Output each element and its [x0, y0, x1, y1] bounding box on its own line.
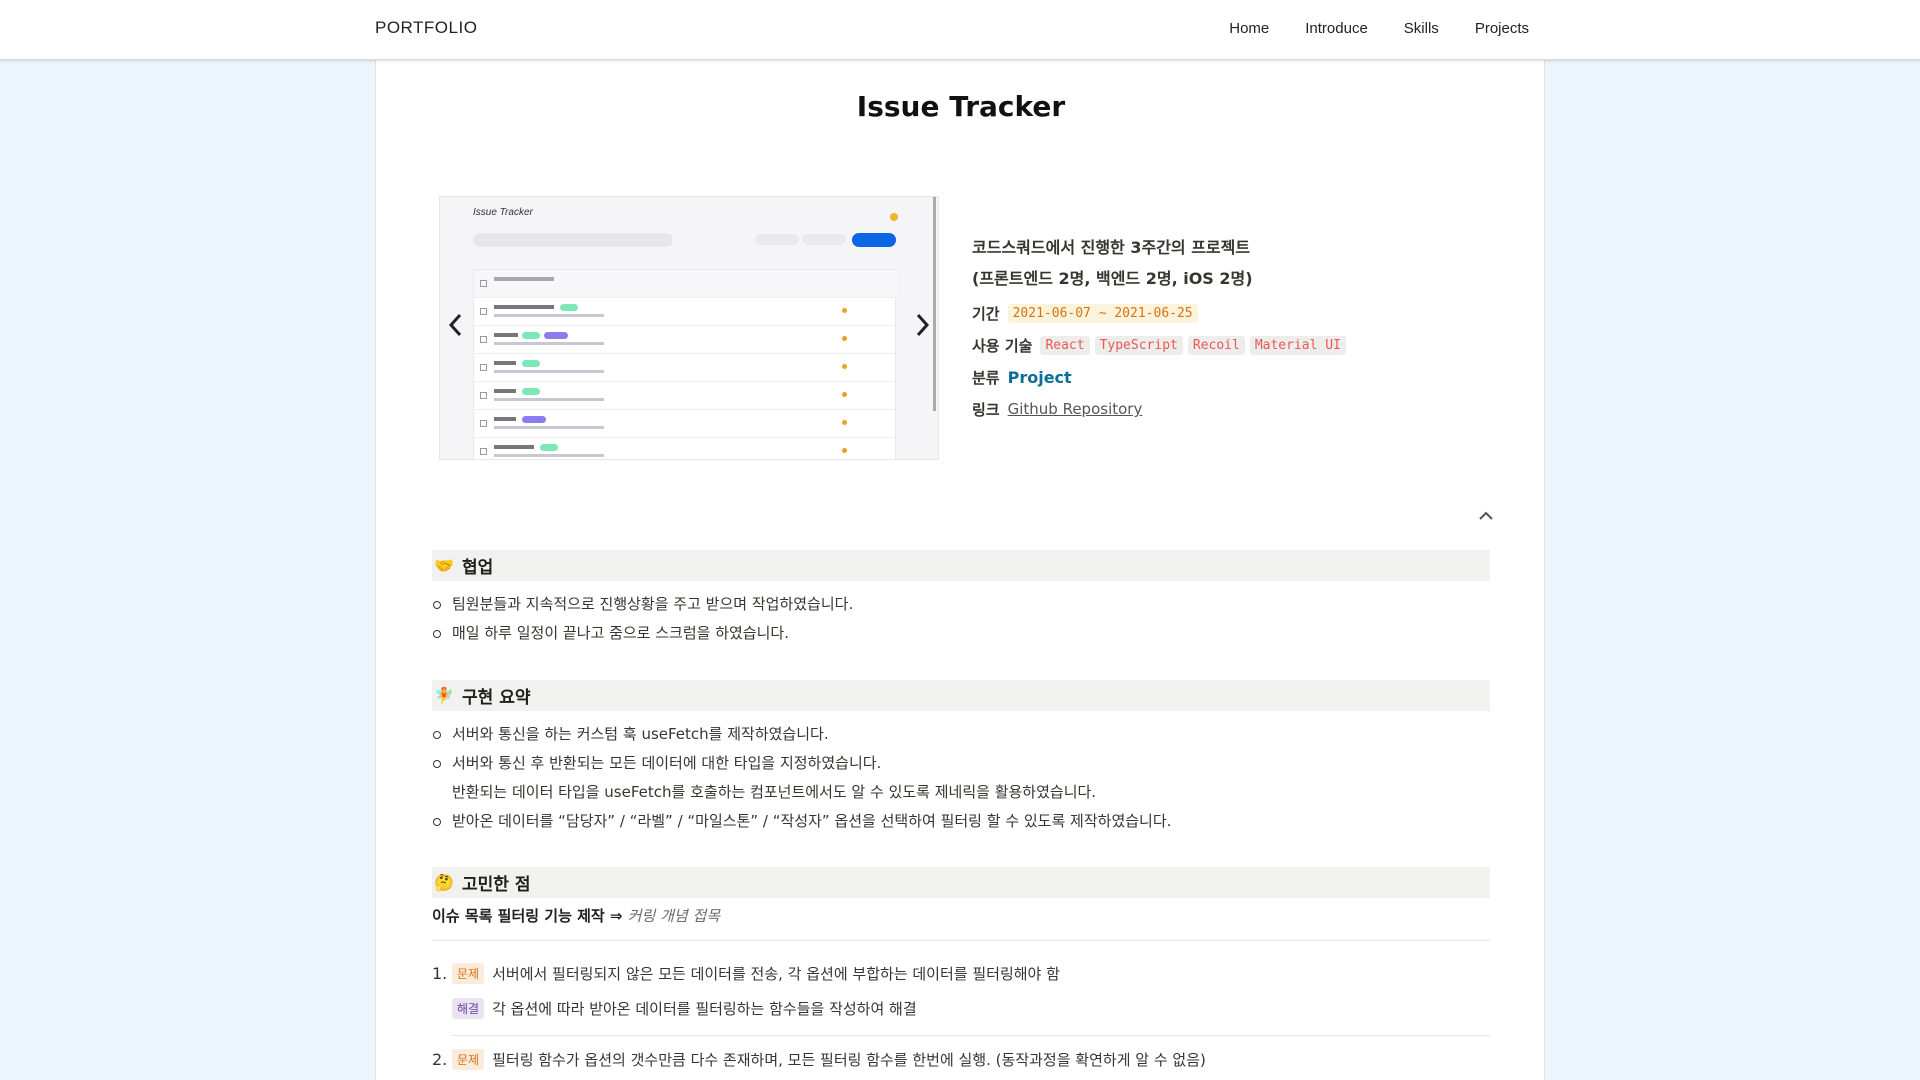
- category-value: Project: [1007, 367, 1072, 387]
- category-label: 분류: [972, 368, 1000, 387]
- screenshot-issue-table: [473, 269, 897, 459]
- list-item: 서버와 통신을 하는 커스텀 훅 useFetch를 제작하였습니다.: [432, 720, 1490, 749]
- divider: [452, 1035, 1490, 1036]
- tech-tag: TypeScript: [1094, 335, 1183, 355]
- screenshot-table-row: [474, 326, 897, 354]
- carousel-prev-button[interactable]: [442, 309, 470, 341]
- collapse-toggle-button[interactable]: [1476, 506, 1496, 526]
- brand-logo[interactable]: PORTFOLIO: [375, 18, 477, 38]
- section-title: 고민한 점: [462, 875, 531, 895]
- concern-item-2-problem: 2. 문제 필터링 함수가 옵션의 갯수만큼 다수 존재하며, 모든 필터링 함…: [432, 1049, 1206, 1070]
- problem-tag: 문제: [452, 1049, 485, 1070]
- list-item: 매일 하루 일정이 끝나고 줌으로 스크럼을 하였습니다.: [432, 619, 1490, 648]
- nav-link-home[interactable]: Home: [1229, 20, 1269, 37]
- handshake-icon: 🤝: [434, 556, 454, 575]
- chevron-right-icon: [916, 313, 930, 337]
- category-row: 분류 Project: [972, 362, 1492, 392]
- nav-link-projects[interactable]: Projects: [1475, 20, 1529, 37]
- screenshot-table-row: [474, 410, 897, 438]
- screenshot-new-issue-button: [852, 233, 896, 247]
- screenshot-table-row: [474, 354, 897, 382]
- tech-tag: Material UI: [1249, 335, 1346, 355]
- problem-tag: 문제: [452, 963, 485, 984]
- tech-row: 사용 기술 React TypeScript Recoil Material U…: [972, 330, 1492, 360]
- nav-link-skills[interactable]: Skills: [1404, 20, 1439, 37]
- screenshot-search-bar: [473, 233, 673, 247]
- concern-item-1-problem: 1. 문제 서버에서 필터링되지 않은 모든 데이터를 전송, 각 옵션에 부합…: [432, 963, 1060, 984]
- list-item-continuation: 반환되는 데이터 타입을 useFetch를 호출하는 컴포넌트에서도 알 수 …: [452, 783, 1097, 801]
- screenshot-table-row: [474, 382, 897, 410]
- list-item: 받아온 데이터를 “담당자” / “라벨” / “마일스톤” / “작성자” 옵…: [432, 807, 1490, 836]
- screenshot-table-row: [474, 438, 897, 459]
- section-title: 구현 요약: [462, 688, 531, 708]
- concern-subheading: 이슈 목록 필터링 기능 제작 ⇒ 커링 개념 접목: [432, 907, 721, 925]
- list-item: 서버와 통신 후 반환되는 모든 데이터에 대한 타입을 지정하였습니다.: [432, 749, 1490, 778]
- project-title: Issue Tracker: [856, 90, 1066, 123]
- link-label: 링크: [972, 400, 1000, 419]
- fairy-icon: 🧚: [434, 686, 454, 705]
- top-navbar: PORTFOLIO Home Introduce Skills Projects: [0, 0, 1920, 60]
- screenshot-filter-pill: [802, 234, 846, 245]
- tech-label: 사용 기술: [972, 336, 1033, 355]
- github-repository-link[interactable]: Github Repository: [1008, 400, 1143, 418]
- screenshot-carousel[interactable]: Issue Tracker: [439, 196, 939, 460]
- screenshot-filter-pill: [755, 234, 799, 245]
- impl-list: 서버와 통신을 하는 커스텀 훅 useFetch를 제작하였습니다. 서버와 …: [432, 720, 1490, 836]
- project-team: (프론트엔드 2명, 백엔드 2명, iOS 2명): [972, 269, 1253, 288]
- concern-item-1-solution: 해결 각 옵션에 따라 받아온 데이터를 필터링하는 함수들을 작성하여 해결: [432, 998, 917, 1019]
- solution-tag: 해결: [452, 998, 485, 1019]
- collab-list: 팀원분들과 지속적으로 진행상황을 주고 받으며 작업하였습니다. 매일 하루 …: [432, 590, 1490, 648]
- thinking-face-icon: 🤔: [434, 873, 454, 892]
- period-label: 기간: [972, 304, 1000, 323]
- nav-links: Home Introduce Skills Projects: [1229, 20, 1529, 37]
- link-row: 링크 Github Repository: [972, 394, 1492, 424]
- section-collab-header: 🤝 협업: [432, 550, 1490, 581]
- subheading-italic: 커링 개념 접목: [627, 907, 721, 925]
- project-card: Issue Tracker Issue Tracker 코드스쿼드에서 진행한 …: [375, 60, 1545, 1080]
- list-item: 팀원분들과 지속적으로 진행상황을 주고 받으며 작업하였습니다.: [432, 590, 1490, 619]
- screenshot-table-header: [474, 270, 897, 298]
- carousel-next-button[interactable]: [908, 309, 936, 341]
- screenshot-scrollbar: [933, 197, 936, 411]
- chevron-left-icon: [448, 313, 462, 337]
- screenshot-avatar: [890, 213, 898, 221]
- divider: [432, 940, 1490, 941]
- screenshot-app-title: Issue Tracker: [473, 207, 533, 218]
- nav-link-introduce[interactable]: Introduce: [1305, 20, 1368, 37]
- section-title: 협업: [462, 558, 494, 578]
- project-info: 코드스쿼드에서 진행한 3주간의 프로젝트 (프론트엔드 2명, 백엔드 2명,…: [972, 232, 1492, 424]
- period-row: 기간 2021-06-07 ~ 2021-06-25: [972, 298, 1492, 328]
- screenshot-table-row: [474, 298, 897, 326]
- tech-tag: React: [1040, 335, 1090, 355]
- period-value: 2021-06-07 ~ 2021-06-25: [1007, 303, 1198, 323]
- section-impl-header: 🧚 구현 요약: [432, 680, 1490, 711]
- chevron-up-icon: [1479, 511, 1493, 520]
- section-concern-header: 🤔 고민한 점: [432, 867, 1490, 898]
- project-description: 코드스쿼드에서 진행한 3주간의 프로젝트: [972, 238, 1251, 257]
- tech-tag: Recoil: [1187, 335, 1245, 355]
